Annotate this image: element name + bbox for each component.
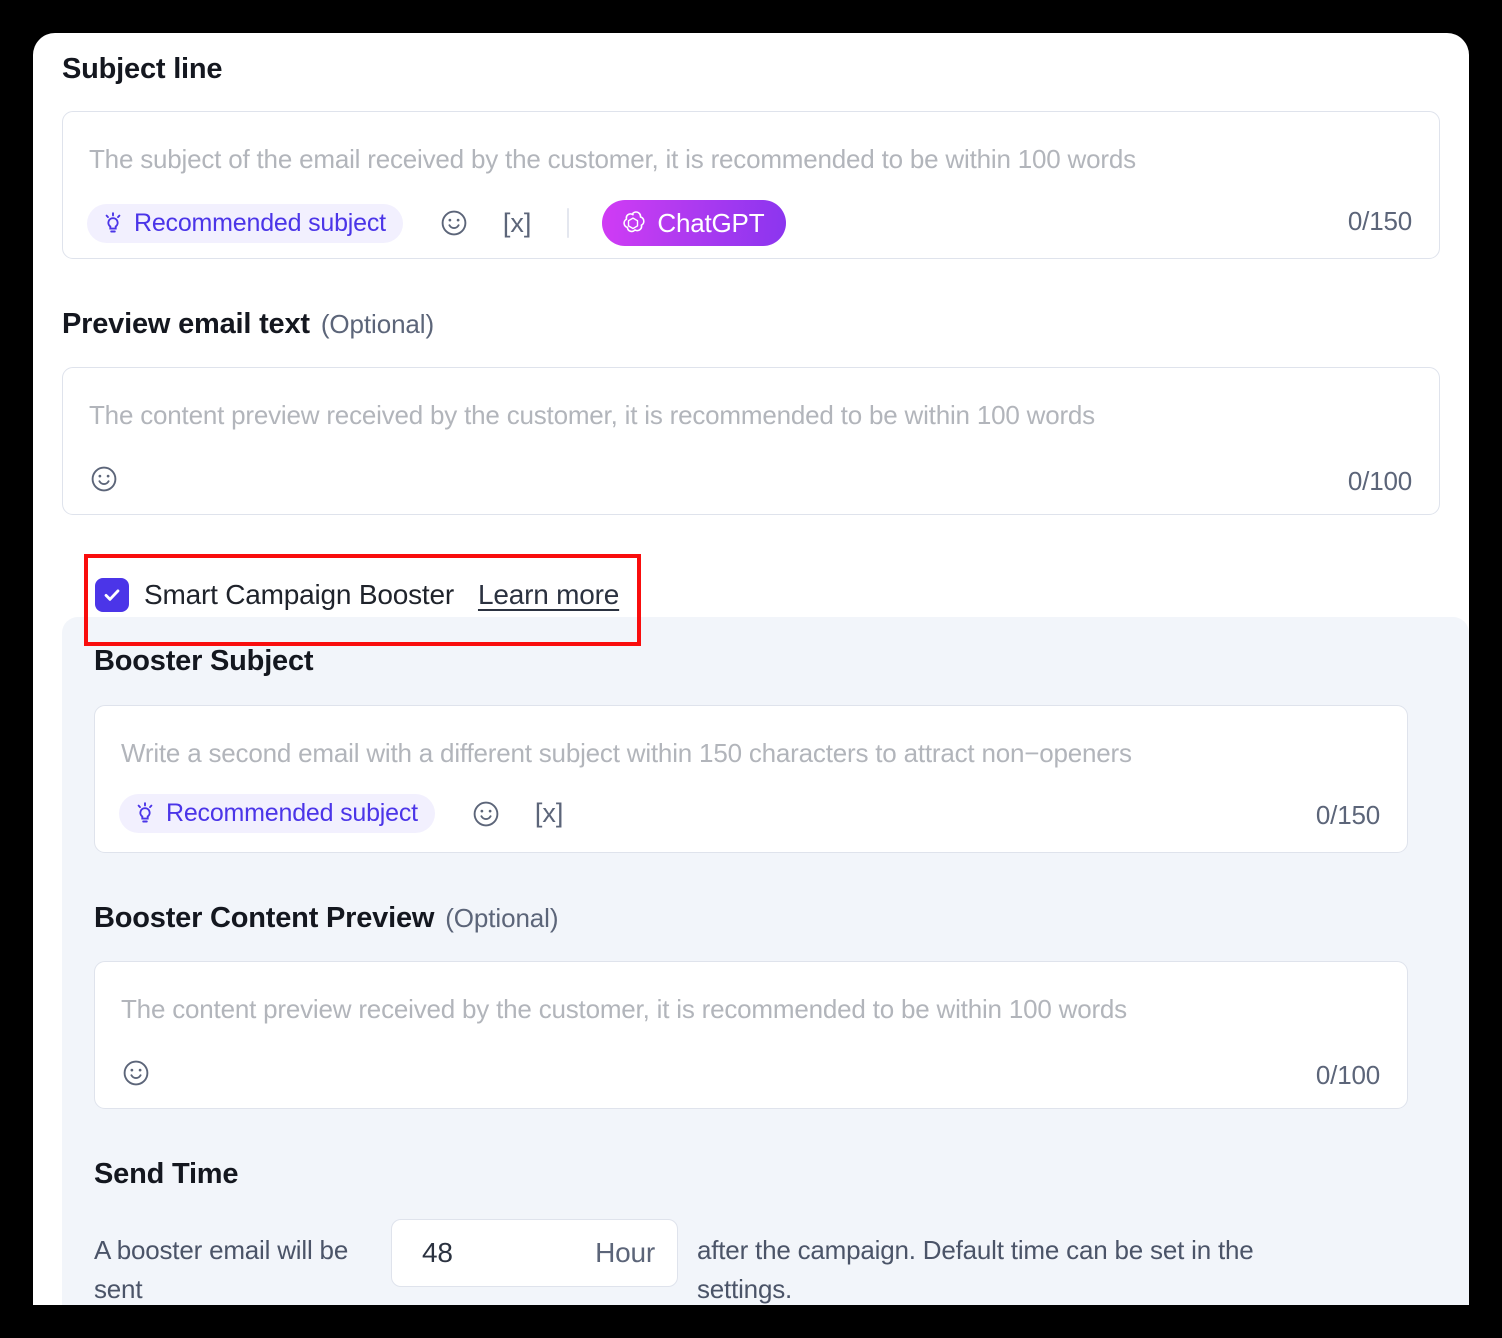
smiley-icon[interactable] bbox=[439, 208, 469, 238]
send-time-heading: Send Time bbox=[94, 1158, 239, 1190]
booster-content-preview-heading-text: Booster Content Preview bbox=[94, 902, 435, 934]
smart-campaign-booster-label: Smart Campaign Booster bbox=[144, 579, 454, 610]
chatgpt-button-label: ChatGPT bbox=[657, 208, 765, 238]
booster-lightbulb-icon bbox=[133, 801, 157, 826]
chatgpt-button[interactable]: ChatGPT bbox=[602, 200, 787, 246]
subject-line-counter: 0/150 bbox=[1347, 206, 1412, 236]
subject-line-field[interactable]: The subject of the email received by the… bbox=[62, 111, 1440, 259]
preview-email-smiley-icon[interactable] bbox=[89, 464, 119, 494]
send-time-hour-unit: Hour bbox=[595, 1237, 655, 1268]
booster-subject-smiley-icon[interactable] bbox=[471, 799, 501, 829]
campaign-settings-card: Subject line The subject of the email re… bbox=[33, 33, 1469, 1305]
preview-email-counter: 0/100 bbox=[1347, 466, 1412, 496]
booster-content-preview-heading: Booster Content Preview (Optional) bbox=[94, 902, 559, 934]
chatgpt-logo-icon bbox=[619, 209, 647, 237]
booster-variable-token-icon[interactable]: [x] bbox=[535, 800, 564, 827]
learn-more-link[interactable]: Learn more bbox=[478, 581, 619, 609]
booster-subject-placeholder: Write a second email with a different su… bbox=[121, 738, 1132, 768]
booster-content-preview-field[interactable]: The content preview received by the cust… bbox=[94, 961, 1408, 1109]
send-time-text-before: A booster email will be sent bbox=[94, 1235, 349, 1304]
send-time-hour-input[interactable]: 48 Hour bbox=[391, 1219, 678, 1287]
toolbar-divider bbox=[567, 208, 570, 238]
lightbulb-icon bbox=[101, 211, 125, 236]
smart-campaign-booster-toggle-row[interactable]: Smart Campaign Booster Learn more bbox=[95, 578, 619, 612]
subject-line-toolbar: Recommended subject [x] ChatGPT bbox=[87, 200, 787, 246]
subject-line-heading-text: Subject line bbox=[62, 53, 223, 85]
recommended-subject-chip[interactable]: Recommended subject bbox=[87, 203, 403, 243]
booster-content-preview-smiley-icon[interactable] bbox=[121, 1058, 151, 1088]
booster-recommended-subject-chip-label: Recommended subject bbox=[166, 799, 418, 827]
preview-email-heading: Preview email text (Optional) bbox=[62, 310, 434, 339]
preview-email-field[interactable]: The content preview received by the cust… bbox=[62, 367, 1440, 515]
booster-subject-toolbar: Recommended subject [x] bbox=[119, 794, 563, 833]
subject-line-placeholder: The subject of the email received by the… bbox=[89, 144, 1136, 174]
booster-subject-field[interactable]: Write a second email with a different su… bbox=[94, 705, 1408, 853]
subject-line-heading: Subject line bbox=[62, 53, 223, 85]
variable-token-icon[interactable]: [x] bbox=[503, 209, 532, 237]
booster-subject-heading-text: Booster Subject bbox=[94, 645, 314, 677]
send-time-row: A booster email will be sent 48 Hour aft… bbox=[94, 1219, 1408, 1305]
booster-recommended-subject-chip[interactable]: Recommended subject bbox=[119, 794, 435, 833]
preview-email-heading-text: Preview email text bbox=[62, 308, 310, 340]
preview-email-placeholder: The content preview received by the cust… bbox=[89, 400, 1095, 430]
booster-subject-heading: Booster Subject bbox=[94, 645, 314, 677]
send-time-heading-text: Send Time bbox=[94, 1158, 239, 1190]
screenshot-root: Subject line The subject of the email re… bbox=[0, 0, 1502, 1338]
booster-content-preview-optional-tag: (Optional) bbox=[445, 903, 559, 933]
send-time-hour-value: 48 bbox=[422, 1237, 453, 1268]
send-time-text-after: after the campaign. Default time can be … bbox=[697, 1235, 1254, 1304]
booster-content-preview-counter: 0/100 bbox=[1315, 1060, 1380, 1090]
smart-campaign-booster-checkbox[interactable] bbox=[95, 578, 129, 612]
preview-email-optional-tag: (Optional) bbox=[320, 309, 435, 339]
booster-subject-counter: 0/150 bbox=[1315, 800, 1380, 830]
recommended-subject-chip-label: Recommended subject bbox=[134, 208, 386, 237]
booster-content-preview-placeholder: The content preview received by the cust… bbox=[121, 994, 1127, 1024]
